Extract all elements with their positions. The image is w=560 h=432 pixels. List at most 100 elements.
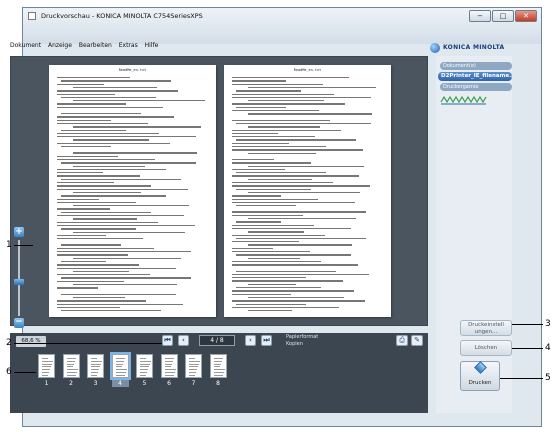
- document-text-line: [232, 234, 325, 236]
- document-text-line: [57, 274, 150, 276]
- document-text-line: [57, 90, 178, 92]
- document-text-line: [61, 162, 196, 164]
- next-page-icon[interactable]: ›: [245, 335, 256, 346]
- page-thumbnail[interactable]: [136, 354, 153, 378]
- document-text-line: [232, 251, 310, 253]
- document-text-line: [57, 215, 184, 217]
- page-thumbnail[interactable]: [160, 354, 178, 378]
- document-text-line: [57, 175, 140, 177]
- document-text-line: [232, 198, 318, 200]
- document-text-line: [57, 280, 124, 283]
- zoom-in-button[interactable]: +: [14, 227, 24, 237]
- document-text-line: [57, 83, 104, 85]
- document-text-line: [248, 113, 372, 115]
- menu-hilfe[interactable]: Hilfe: [145, 42, 159, 49]
- document-text-line: [57, 168, 166, 171]
- document-text-line: [232, 132, 278, 135]
- document-text-line: [232, 158, 274, 161]
- document-text-line: [248, 191, 360, 194]
- thumbnail-number: 3: [93, 380, 98, 387]
- document-text-line: [232, 83, 323, 85]
- maximize-button[interactable]: □: [492, 10, 514, 22]
- document-text-line: [232, 93, 334, 95]
- minimize-button[interactable]: −: [469, 10, 491, 22]
- document-text-line: [248, 165, 364, 167]
- document-text-line: [236, 90, 301, 92]
- thumbnail-number: 5: [142, 380, 147, 387]
- document-text-line: [57, 251, 191, 253]
- document-text-line: [57, 198, 99, 200]
- document-text-line: [57, 172, 103, 174]
- callout-line-5: [500, 378, 543, 379]
- menu-dokument[interactable]: Dokument: [10, 42, 41, 49]
- stamp-icon[interactable]: ⎙: [396, 335, 408, 346]
- document-text-line: [232, 277, 306, 279]
- document-text-line: [232, 260, 321, 263]
- page-thumbnail[interactable]: [109, 352, 131, 380]
- page-thumbnail[interactable]: [38, 354, 55, 378]
- document-text-line: [248, 296, 344, 299]
- document-text-line: [236, 270, 336, 272]
- document-text-line: [248, 126, 320, 128]
- document-text-line: [232, 195, 281, 197]
- menu-extras[interactable]: Extras: [119, 42, 138, 49]
- callout-1: 1: [6, 240, 12, 250]
- document-text-line: [232, 119, 330, 121]
- page-thumbnail[interactable]: [209, 354, 227, 378]
- thumbnail-number: 6: [167, 380, 171, 387]
- document-text-line: [73, 165, 145, 167]
- document-text-line: [232, 96, 371, 99]
- callout-line-2: [14, 343, 162, 344]
- document-text-line: [57, 116, 174, 118]
- callout-4: 4: [545, 343, 551, 353]
- document-text-line: [57, 132, 159, 135]
- document-text-line: [61, 129, 126, 131]
- page-thumbnail[interactable]: [87, 354, 104, 378]
- delete-button[interactable]: Löschen: [460, 340, 512, 356]
- document-text-line: [236, 205, 296, 207]
- document-text-line: [57, 300, 146, 302]
- page-header: ReadMe_en.txt: [293, 68, 322, 72]
- document-text-line: [232, 149, 363, 151]
- document-text-line: [57, 303, 183, 305]
- close-button[interactable]: ✕: [515, 10, 537, 22]
- previous-page-icon[interactable]: ‹: [178, 335, 189, 346]
- zoom-slider-handle[interactable]: [14, 278, 24, 285]
- document-text-line: [57, 136, 196, 138]
- document-text-line: [248, 218, 356, 220]
- document-text-line: [57, 247, 154, 250]
- document-text-line: [232, 306, 339, 309]
- menu-anzeige[interactable]: Anzeige: [48, 42, 72, 49]
- document-text-line: [57, 155, 118, 157]
- document-text-line: [73, 218, 137, 220]
- document-text-line: [73, 139, 149, 141]
- document-text-line: [57, 221, 158, 223]
- edit-icon[interactable]: ✎: [411, 335, 423, 346]
- zoom-out-button[interactable]: −: [14, 318, 24, 328]
- print-label: Drucken: [468, 380, 492, 386]
- document-text-line: [57, 142, 170, 145]
- last-page-icon[interactable]: ⏭: [261, 335, 272, 346]
- document-text-line: [57, 119, 111, 121]
- document-text-line: [232, 201, 355, 204]
- document-text-line: [232, 300, 365, 302]
- document-text-line: [248, 152, 316, 154]
- document-text-line: [73, 100, 205, 102]
- page-thumbnail[interactable]: [62, 354, 80, 378]
- first-page-icon[interactable]: ⏮: [162, 335, 173, 346]
- callout-6: 6: [6, 367, 12, 377]
- menu-bearbeiten[interactable]: Bearbeiten: [79, 42, 112, 49]
- document-file-item[interactable]: D2Printer_IE_filename.pdf: [438, 72, 512, 81]
- document-text-line: [73, 126, 201, 128]
- document-text-line: [73, 86, 157, 89]
- document-viewer[interactable]: ReadMe_en.txt ReadMe_en.txt: [10, 56, 428, 326]
- document-text-line: [61, 277, 191, 279]
- document-text-line: [57, 122, 148, 125]
- document-text-line: [57, 106, 163, 109]
- document-text-line: [236, 122, 371, 125]
- document-text-line: [232, 224, 314, 226]
- page-thumbnail[interactable]: [185, 354, 202, 378]
- menu-bar: Dokument Anzeige Bearbeiten Extras Hilfe: [10, 42, 163, 54]
- reset-print-settings-button[interactable]: Druckeinstell ungen...: [460, 320, 512, 336]
- document-text-line: [73, 191, 141, 194]
